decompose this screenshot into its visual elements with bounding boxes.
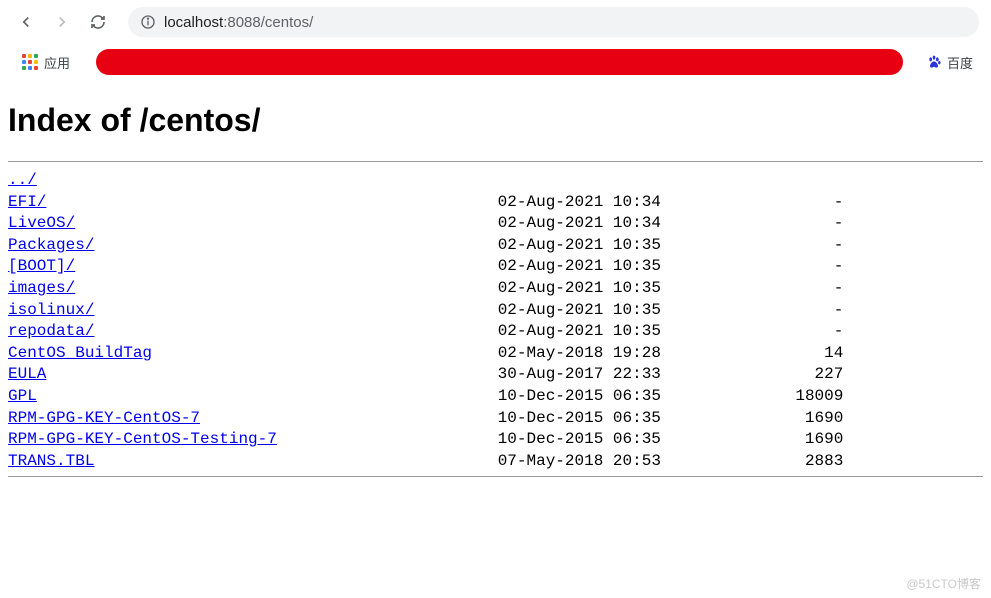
reload-icon: [89, 13, 107, 31]
parent-dir-link[interactable]: ../: [8, 171, 37, 189]
directory-listing: ../ EFI/ 02-Aug-2021 10:34 - LiveOS/ 02-…: [8, 166, 983, 472]
bookmarks-bar: 应用 百度: [0, 44, 991, 80]
listing-link[interactable]: EULA: [8, 365, 46, 383]
page-title: Index of /centos/: [8, 88, 983, 157]
listing-link[interactable]: RPM-GPG-KEY-CentOS-7: [8, 409, 200, 427]
browser-toolbar: localhost:8088/centos/: [0, 0, 991, 44]
divider-bottom: [8, 476, 983, 477]
listing-link[interactable]: LiveOS/: [8, 214, 75, 232]
listing-link[interactable]: TRANS.TBL: [8, 452, 94, 470]
listing-link[interactable]: [BOOT]/: [8, 257, 75, 275]
listing-link[interactable]: GPL: [8, 387, 37, 405]
watermark: @51CTO博客: [906, 575, 981, 592]
bookmark-baidu-label: 百度: [947, 53, 973, 72]
apps-label: 应用: [44, 53, 70, 72]
url-host: localhost: [164, 14, 223, 31]
listing-link[interactable]: RPM-GPG-KEY-CentOS-Testing-7: [8, 430, 277, 448]
listing-link[interactable]: repodata/: [8, 322, 94, 340]
apps-grid-icon: [22, 54, 38, 70]
divider-top: [8, 161, 983, 162]
url-port: :8088: [223, 14, 261, 31]
url-path: /centos/: [261, 14, 314, 31]
redacted-region: [96, 49, 903, 75]
site-info-icon[interactable]: [140, 14, 156, 30]
arrow-right-icon: [53, 13, 71, 31]
baidu-paw-icon: [925, 53, 943, 71]
listing-link[interactable]: Packages/: [8, 236, 94, 254]
page-content: Index of /centos/ ../ EFI/ 02-Aug-2021 1…: [0, 80, 991, 489]
apps-button[interactable]: 应用: [14, 49, 78, 76]
listing-link[interactable]: CentOS_BuildTag: [8, 344, 152, 362]
forward-button[interactable]: [48, 8, 76, 36]
arrow-left-icon: [17, 13, 35, 31]
back-button[interactable]: [12, 8, 40, 36]
bookmark-baidu[interactable]: 百度: [921, 49, 977, 76]
reload-button[interactable]: [84, 8, 112, 36]
listing-link[interactable]: images/: [8, 279, 75, 297]
listing-link[interactable]: isolinux/: [8, 301, 94, 319]
address-bar[interactable]: localhost:8088/centos/: [128, 7, 979, 37]
url-display: localhost:8088/centos/: [164, 14, 313, 31]
listing-link[interactable]: EFI/: [8, 193, 46, 211]
